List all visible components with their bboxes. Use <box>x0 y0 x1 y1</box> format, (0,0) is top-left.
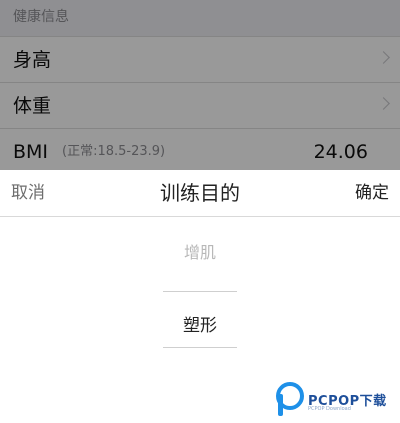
selection-divider-bottom <box>163 347 237 348</box>
selection-divider-top <box>163 291 237 292</box>
picker-toolbar: 取消 训练目的 确定 <box>0 170 400 217</box>
picker-option-selected[interactable]: 塑形 <box>0 311 400 336</box>
confirm-button[interactable]: 确定 <box>355 170 389 216</box>
modal-overlay[interactable] <box>0 0 400 170</box>
picker-title: 训练目的 <box>160 181 240 205</box>
watermark-sub: PCPOP Download <box>308 406 351 412</box>
picker-option[interactable]: 增肌 <box>0 239 400 263</box>
pcpop-logo-stem <box>278 394 283 416</box>
pcpop-watermark: PCPOP下载 PCPOP Download <box>274 380 400 423</box>
